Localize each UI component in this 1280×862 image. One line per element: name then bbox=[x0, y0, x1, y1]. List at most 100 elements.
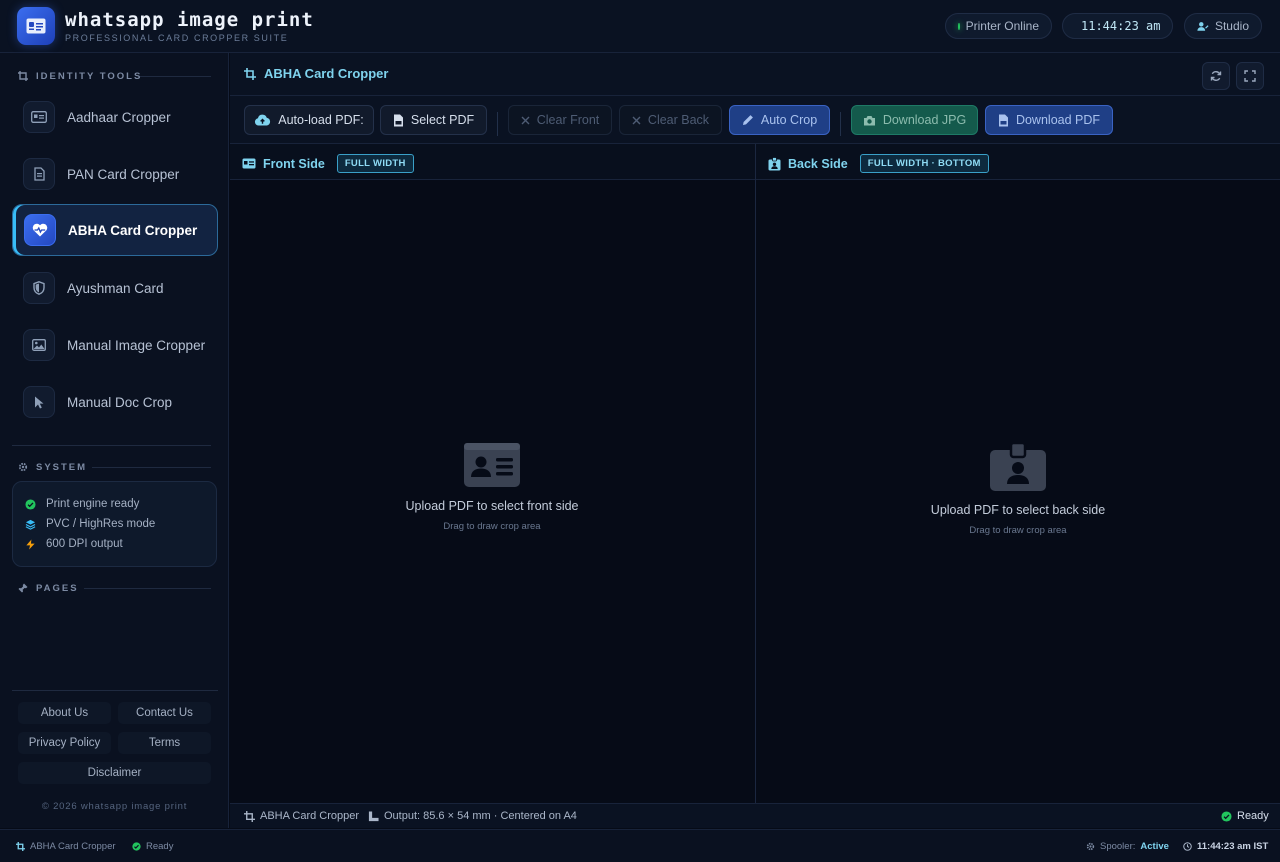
gear-icon bbox=[1086, 842, 1095, 851]
system-heading: SYSTEM bbox=[18, 460, 87, 474]
sidebar-item-label: ABHA Card Cropper bbox=[68, 222, 198, 238]
sidebar-item-ayushman[interactable]: Ayushman Card bbox=[12, 262, 218, 314]
document-icon bbox=[23, 158, 55, 190]
printer-status-label: Printer Online bbox=[965, 19, 1039, 33]
fullscreen-button[interactable] bbox=[1236, 62, 1264, 90]
sidebar-item-label: PAN Card Cropper bbox=[67, 166, 180, 182]
toolbar-separator bbox=[840, 112, 841, 136]
ruler-icon bbox=[368, 810, 379, 821]
cloud-upload-icon bbox=[255, 114, 271, 126]
refresh-icon bbox=[1210, 71, 1222, 81]
app-header: whatsapp image print PROFESSIONAL CARD C… bbox=[0, 0, 1280, 53]
auto-crop-button[interactable]: Auto Crop bbox=[729, 105, 830, 135]
front-placeholder-hint: Drag to draw crop area bbox=[443, 521, 541, 532]
privacy-policy-link[interactable]: Privacy Policy bbox=[18, 732, 111, 754]
check-circle-icon bbox=[25, 498, 36, 510]
footer-tool: ABHA Card Cropper bbox=[16, 841, 116, 852]
front-badge: FULL WIDTH bbox=[336, 154, 414, 173]
sidebar-item-abha[interactable]: ABHA Card Cropper bbox=[12, 204, 218, 256]
id-card-icon bbox=[23, 101, 55, 133]
close-icon bbox=[632, 116, 641, 124]
toolbar-separator bbox=[497, 112, 498, 136]
front-drop-zone[interactable]: Upload PDF to select front side Drag to … bbox=[342, 443, 642, 532]
bolt-icon bbox=[26, 538, 35, 550]
contact-us-link[interactable]: Contact Us bbox=[118, 702, 211, 724]
user-edit-icon bbox=[1197, 21, 1209, 31]
file-pdf-icon bbox=[998, 114, 1008, 126]
crop-icon bbox=[18, 71, 28, 81]
sidebar: IDENTITY TOOLS Aadhaar Cropper PAN Card … bbox=[0, 53, 229, 828]
back-placeholder-hint: Drag to draw crop area bbox=[969, 525, 1067, 536]
terms-link[interactable]: Terms bbox=[118, 732, 211, 754]
brand-title: whatsapp image print bbox=[65, 9, 314, 31]
front-panel-header: Front Side FULL WIDTH bbox=[230, 144, 755, 180]
sidebar-item-manual-doc[interactable]: Manual Doc Crop bbox=[12, 376, 218, 428]
status-output: Output: 85.6 × 54 mm · Centered on A4 bbox=[368, 810, 577, 822]
panel-divider bbox=[755, 144, 756, 803]
back-panel-title: Back Side FULL WIDTH · BOTTOM bbox=[768, 154, 989, 173]
id-card-icon bbox=[242, 158, 256, 169]
sidebar-item-manual-image[interactable]: Manual Image Cropper bbox=[12, 319, 218, 371]
download-pdf-button[interactable]: Download PDF bbox=[985, 105, 1113, 135]
clear-back-button[interactable]: Clear Back bbox=[619, 105, 722, 135]
check-circle-icon bbox=[132, 842, 141, 851]
front-panel-title: Front Side FULL WIDTH bbox=[242, 154, 414, 173]
camera-icon bbox=[863, 115, 875, 125]
back-placeholder-text: Upload PDF to select back side bbox=[930, 503, 1106, 517]
about-us-link[interactable]: About Us bbox=[18, 702, 111, 724]
id-badge-icon bbox=[768, 156, 781, 170]
id-card-icon bbox=[26, 18, 46, 34]
system-item: PVC / HighRes mode bbox=[25, 518, 155, 530]
crop-icon bbox=[244, 810, 255, 822]
main-header: ABHA Card Cropper bbox=[230, 53, 1280, 96]
footer-status: Ready bbox=[132, 841, 173, 852]
back-drop-zone[interactable]: Upload PDF to select back side Drag to d… bbox=[868, 443, 1168, 536]
close-icon bbox=[521, 116, 530, 124]
layers-icon bbox=[25, 519, 36, 530]
status-ready: Ready bbox=[1221, 810, 1269, 822]
disclaimer-link[interactable]: Disclaimer bbox=[18, 762, 211, 784]
file-pdf-icon bbox=[393, 114, 403, 126]
studio-label: Studio bbox=[1214, 19, 1249, 33]
gear-icon bbox=[18, 462, 28, 472]
id-badge-icon bbox=[990, 443, 1046, 491]
front-placeholder-text: Upload PDF to select front side bbox=[405, 499, 579, 513]
sidebar-item-label: Manual Doc Crop bbox=[67, 394, 173, 410]
autoload-pdf-button[interactable]: Auto-load PDF: bbox=[244, 105, 374, 135]
footer-spooler: Spooler: Active bbox=[1086, 841, 1169, 852]
footer-bar: ABHA Card Cropper Ready Spooler: Active … bbox=[0, 829, 1280, 862]
download-jpg-button[interactable]: Download JPG bbox=[851, 105, 978, 135]
toolbar: Auto-load PDF: Select PDF Clear Front Cl… bbox=[230, 96, 1280, 144]
printer-status-pill[interactable]: Printer Online bbox=[945, 13, 1052, 39]
system-item: Print engine ready bbox=[25, 498, 139, 510]
refresh-button[interactable] bbox=[1202, 62, 1230, 90]
expand-icon bbox=[1244, 70, 1256, 82]
sidebar-item-aadhaar[interactable]: Aadhaar Cropper bbox=[12, 91, 218, 143]
page-title: ABHA Card Cropper bbox=[244, 66, 388, 81]
crop-icon bbox=[16, 842, 25, 851]
check-circle-icon bbox=[1221, 810, 1232, 822]
heart-pulse-icon bbox=[24, 214, 56, 246]
divider bbox=[140, 76, 211, 77]
sidebar-item-label: Ayushman Card bbox=[67, 280, 164, 296]
status-dot-icon bbox=[958, 22, 960, 30]
sidebar-item-pan[interactable]: PAN Card Cropper bbox=[12, 148, 218, 200]
system-status-box: Print engine ready PVC / HighRes mode 60… bbox=[12, 481, 217, 567]
identity-tools-heading: IDENTITY TOOLS bbox=[18, 69, 142, 83]
status-bar: ABHA Card Cropper Output: 85.6 × 54 mm ·… bbox=[230, 803, 1280, 828]
sidebar-item-label: Manual Image Cropper bbox=[67, 337, 206, 353]
clock-icon bbox=[1183, 842, 1192, 851]
pages-heading: PAGES bbox=[18, 581, 79, 595]
divider bbox=[92, 467, 211, 468]
select-pdf-button[interactable]: Select PDF bbox=[380, 105, 487, 135]
status-tool: ABHA Card Cropper bbox=[244, 810, 359, 822]
pin-icon bbox=[18, 583, 28, 593]
brand-subtitle: PROFESSIONAL CARD CROPPER SUITE bbox=[65, 33, 289, 43]
shield-icon bbox=[23, 272, 55, 304]
clear-front-button[interactable]: Clear Front bbox=[508, 105, 612, 135]
sidebar-item-label: Aadhaar Cropper bbox=[67, 109, 171, 125]
pencil-icon bbox=[742, 115, 753, 125]
pointer-icon bbox=[23, 386, 55, 418]
studio-button[interactable]: Studio bbox=[1184, 13, 1262, 39]
divider bbox=[84, 588, 211, 589]
